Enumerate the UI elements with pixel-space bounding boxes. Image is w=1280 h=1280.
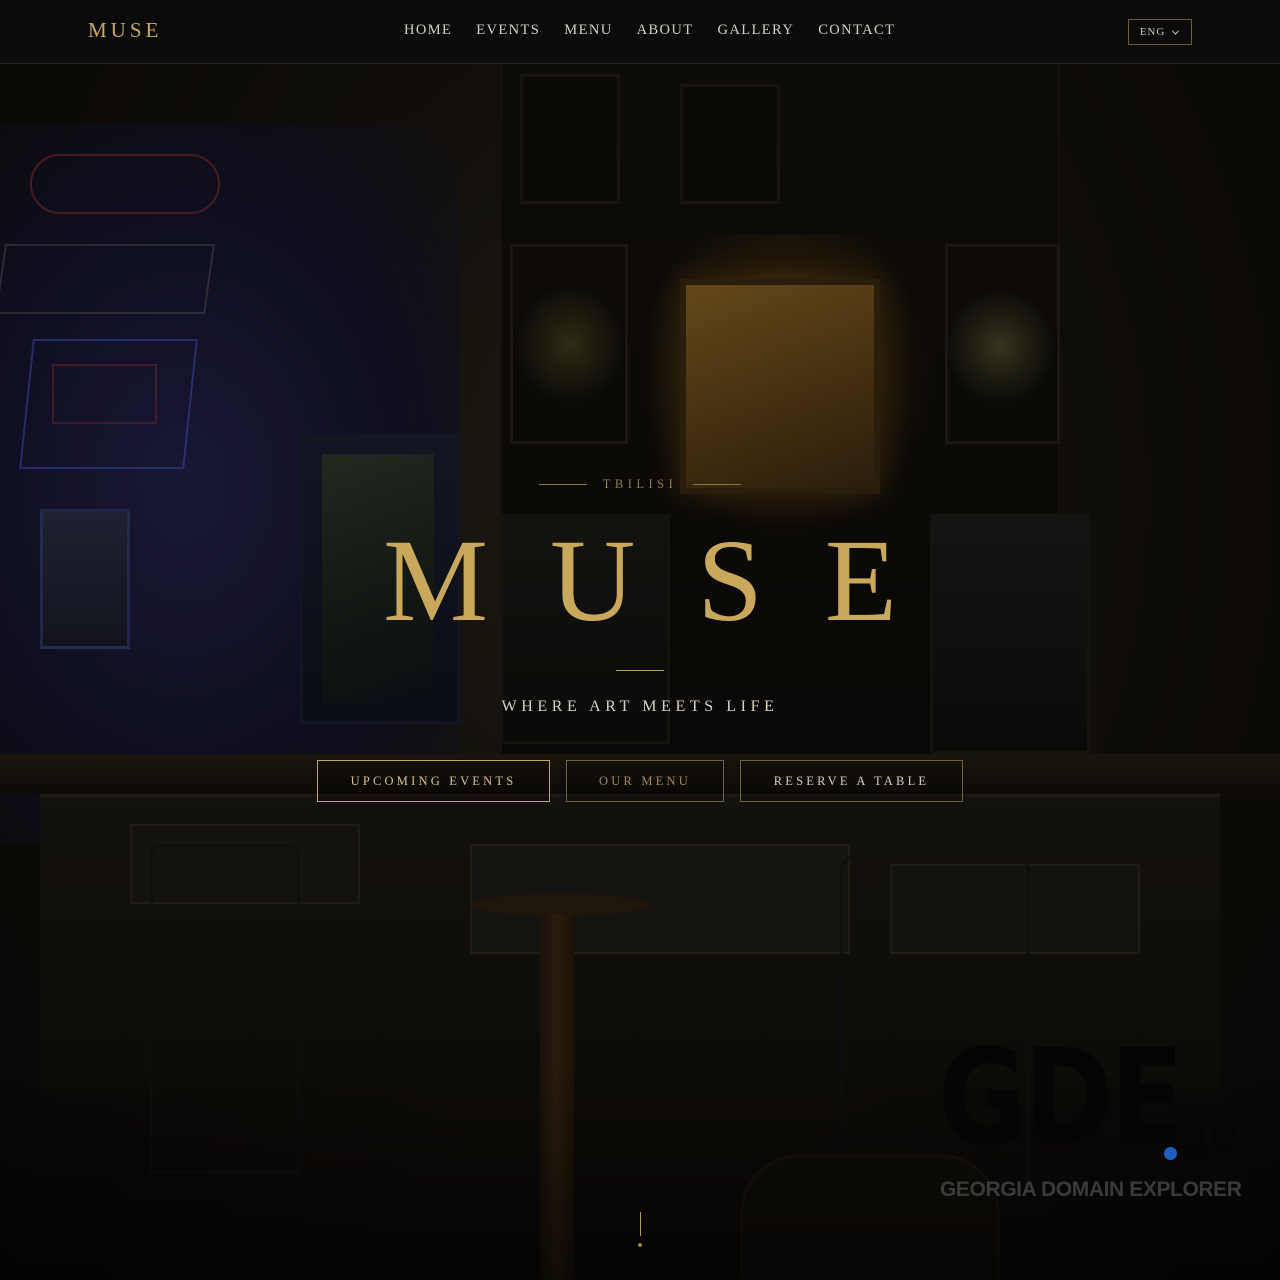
city-label-row: TBILISI: [0, 477, 1280, 492]
main-nav: HOME EVENTS MENU ABOUT GALLERY CONTACT: [404, 22, 895, 39]
reserve-table-button[interactable]: RESERVE A TABLE: [740, 760, 963, 802]
watermark-tld: ge: [1178, 1106, 1238, 1162]
nav-gallery[interactable]: GALLERY: [718, 22, 795, 39]
nav-about[interactable]: ABOUT: [637, 22, 694, 39]
nav-home[interactable]: HOME: [404, 22, 452, 39]
nav-menu[interactable]: MENU: [564, 22, 612, 39]
upcoming-events-button[interactable]: UPCOMING EVENTS: [317, 760, 550, 802]
site-header: MUSE HOME EVENTS MENU ABOUT GALLERY CONT…: [0, 0, 1280, 64]
our-menu-button[interactable]: OUR MENU: [566, 760, 724, 802]
site-logo[interactable]: MUSE: [88, 18, 162, 43]
chevron-down-icon: [1172, 29, 1180, 35]
city-label: TBILISI: [602, 477, 678, 491]
watermark-subtitle: GEORGIA DOMAIN EXPLORER: [940, 1178, 1242, 1201]
gde-watermark: GDE ge GEORGIA DOMAIN EXPLORER: [938, 1021, 1242, 1207]
watermark-logo-mark: GDE: [938, 1021, 1184, 1175]
hero-buttons: UPCOMING EVENTS OUR MENU RESERVE A TABLE: [317, 760, 963, 802]
language-label: ENG: [1139, 26, 1166, 38]
hero-tagline: WHERE ART MEETS LIFE: [501, 698, 779, 715]
hero-title: MUSE: [383, 515, 959, 646]
language-selector[interactable]: ENG: [1128, 19, 1192, 45]
title-divider: [616, 670, 664, 671]
nav-contact[interactable]: CONTACT: [818, 22, 895, 39]
nav-events[interactable]: EVENTS: [476, 22, 540, 39]
scroll-indicator-line[interactable]: [640, 1212, 641, 1236]
decorative-line: [538, 484, 587, 485]
watermark-dot: [1164, 1147, 1177, 1160]
scroll-indicator-dot[interactable]: [638, 1243, 642, 1247]
decorative-line: [693, 484, 742, 485]
